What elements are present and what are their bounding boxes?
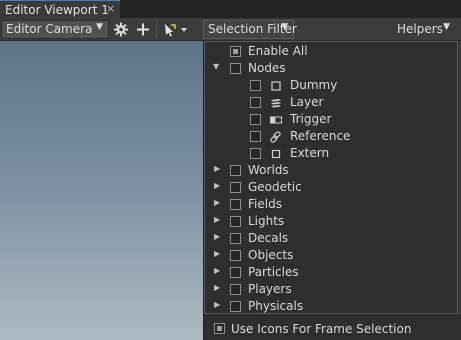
selection-filter-panel: Enable All ▼ Nodes Dummy Layer Trigger R… [203,41,461,340]
filter-item-extern[interactable]: Extern [205,145,455,162]
enable-all-checkbox[interactable] [230,46,241,57]
use-icons-option[interactable]: Use Icons For Frame Selection [204,319,458,339]
use-icons-checkbox[interactable] [214,323,225,334]
trigger-label: Trigger [290,112,332,126]
worlds-label: Worlds [248,163,289,177]
decals-label: Decals [248,231,289,245]
expand-right-icon[interactable]: ▶ [214,249,220,258]
extern-label: Extern [290,146,330,160]
viewport-canvas[interactable] [0,41,203,340]
link-icon [269,130,283,144]
filter-group-particles[interactable]: ▶ Particles [205,264,455,281]
expand-right-icon[interactable]: ▶ [214,232,220,241]
dummy-label: Dummy [290,78,338,92]
filter-enable-all[interactable]: Enable All [205,43,455,60]
chevron-down-icon: ▼ [96,22,103,32]
chevron-down-icon: ▼ [443,22,450,32]
filter-item-layer[interactable]: Layer [205,94,455,111]
close-icon[interactable]: × [106,2,115,15]
filter-item-dummy[interactable]: Dummy [205,77,455,94]
nodes-checkbox[interactable] [230,63,241,74]
helpers-dropdown[interactable]: Helpers ▼ [392,20,456,39]
filter-group-players[interactable]: ▶ Players [205,281,455,298]
filter-item-trigger[interactable]: Trigger [205,111,455,128]
lights-label: Lights [248,214,285,228]
filter-group-objects[interactable]: ▶ Objects [205,247,455,264]
tab-label: Editor Viewport 1 [5,3,109,17]
layer-label: Layer [290,95,324,109]
fields-label: Fields [248,197,282,211]
expand-right-icon[interactable]: ▶ [214,181,220,190]
selection-filter-dropdown[interactable]: Selection Filter ▼ [203,20,297,39]
helpers-dropdown-label: Helpers [397,22,443,36]
expand-right-icon[interactable]: ▶ [214,198,220,207]
toolbar-separator [156,21,157,38]
physicals-checkbox[interactable] [230,301,241,312]
gear-icon[interactable] [112,21,130,38]
particles-label: Particles [248,265,299,279]
expand-down-icon[interactable]: ▼ [213,62,219,71]
camera-dropdown-label: Editor Camera [6,22,93,36]
trigger-icon [269,113,283,127]
physicals-label: Physicals [248,299,304,313]
expand-right-icon[interactable]: ▶ [214,215,220,224]
selection-filter-list: Enable All ▼ Nodes Dummy Layer Trigger R… [204,41,458,314]
fields-checkbox[interactable] [230,199,241,210]
objects-label: Objects [248,248,294,262]
trigger-checkbox[interactable] [250,114,261,125]
geodetic-label: Geodetic [248,180,302,194]
objects-checkbox[interactable] [230,250,241,261]
square-outline-icon [269,79,283,93]
add-icon[interactable] [134,21,152,38]
tab-editor-viewport[interactable]: Editor Viewport 1 × [0,0,120,18]
chevron-down-icon: ▼ [281,22,288,32]
reference-label: Reference [290,129,351,143]
use-icons-label: Use Icons For Frame Selection [231,322,412,336]
camera-dropdown[interactable]: Editor Camera ▼ [1,20,109,39]
reference-checkbox[interactable] [250,131,261,142]
filter-group-geodetic[interactable]: ▶ Geodetic [205,179,455,196]
extern-checkbox[interactable] [250,148,261,159]
filter-group-nodes[interactable]: ▼ Nodes [205,60,455,77]
players-checkbox[interactable] [230,284,241,295]
decals-checkbox[interactable] [230,233,241,244]
expand-right-icon[interactable]: ▶ [214,164,220,173]
layers-icon [269,96,283,110]
tab-bar: Editor Viewport 1 × [0,0,461,18]
filter-group-fields[interactable]: ▶ Fields [205,196,455,213]
enable-all-label: Enable All [248,44,308,58]
filter-group-worlds[interactable]: ▶ Worlds [205,162,455,179]
expand-right-icon[interactable]: ▶ [214,300,220,309]
geodetic-checkbox[interactable] [230,182,241,193]
nodes-label: Nodes [248,61,286,75]
particles-checkbox[interactable] [230,267,241,278]
filter-group-lights[interactable]: ▶ Lights [205,213,455,230]
viewport-toolbar: Editor Camera ▼ Selection Filter ▼ Helpe… [0,18,461,41]
lights-checkbox[interactable] [230,216,241,227]
expand-right-icon[interactable]: ▶ [214,283,220,292]
players-label: Players [248,282,292,296]
filter-group-physicals[interactable]: ▶ Physicals [205,298,455,315]
filter-group-decals[interactable]: ▶ Decals [205,230,455,247]
filter-item-reference[interactable]: Reference [205,128,455,145]
dummy-checkbox[interactable] [250,80,261,91]
layer-checkbox[interactable] [250,97,261,108]
square-outline-icon [269,147,283,161]
selection-cursor-icon[interactable] [161,21,189,38]
expand-right-icon[interactable]: ▶ [214,266,220,275]
worlds-checkbox[interactable] [230,165,241,176]
